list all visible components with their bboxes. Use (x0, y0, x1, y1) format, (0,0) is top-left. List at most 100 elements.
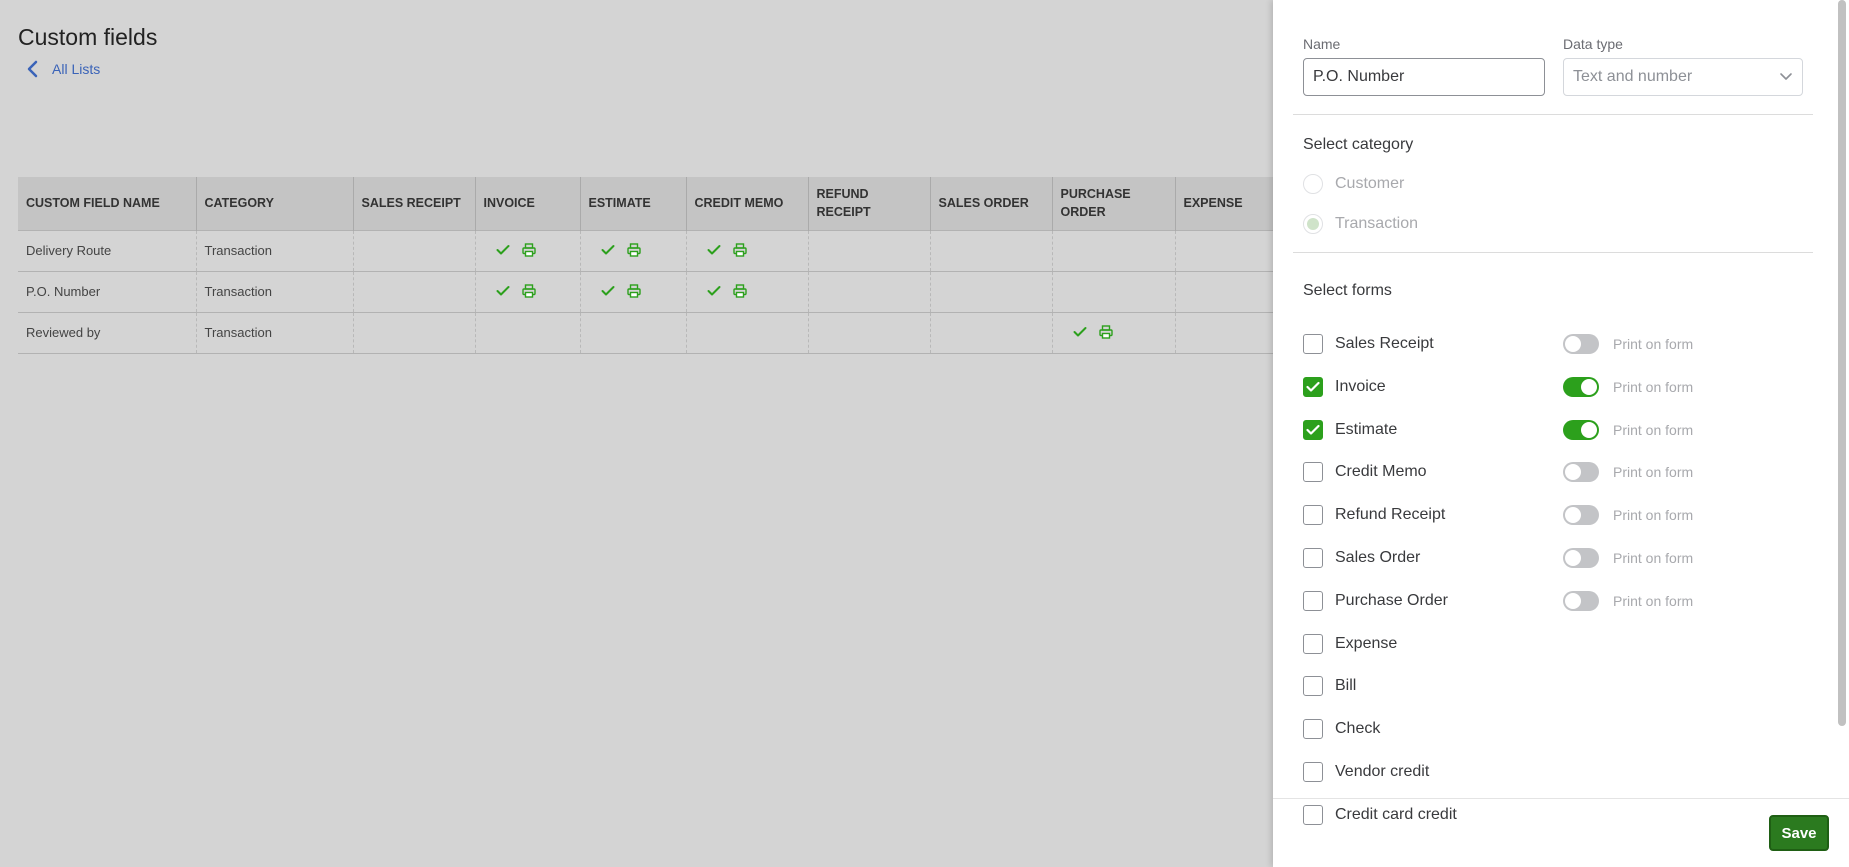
save-button[interactable]: Save (1769, 815, 1829, 851)
cell-form-sales-order (929, 311, 1052, 354)
print-on-form-toggle[interactable] (1563, 334, 1599, 354)
print-on-form-toggle[interactable] (1563, 505, 1599, 526)
print-on-form-toggle[interactable] (1563, 590, 1599, 611)
radio-selected-dot (1307, 218, 1319, 230)
form-checkbox[interactable] (1303, 676, 1323, 697)
form-checkbox[interactable] (1303, 548, 1323, 568)
col-header-name[interactable]: CUSTOM FIELD NAME (18, 177, 196, 230)
cell-form-invoice (474, 270, 580, 312)
form-label: Refund Receipt (1335, 506, 1446, 524)
cell-form-expense (1174, 229, 1273, 271)
table-row[interactable]: Reviewed by Transaction (18, 311, 1273, 354)
cell-form-refund-receipt (807, 229, 930, 271)
checkmark-icon (1306, 381, 1320, 392)
category-customer-radio[interactable]: Customer (1303, 174, 1404, 194)
form-label: Invoice (1335, 377, 1386, 395)
print-on-form-toggle[interactable] (1563, 376, 1599, 397)
form-checkbox[interactable] (1303, 590, 1323, 611)
cell-form-estimate (579, 229, 686, 271)
print-icon (521, 283, 536, 298)
print-on-form-label: Print on form (1613, 336, 1694, 352)
col-header-sales-order[interactable]: SALES ORDER (929, 177, 1052, 230)
toggle-knob (1565, 507, 1581, 524)
form-row-sales-order: Sales Order Print on form (1303, 546, 1823, 570)
cell-form-purchase-order (1051, 270, 1175, 312)
col-header-refund-receipt[interactable]: REFUND RECEIPT (807, 177, 930, 230)
print-on-form-toggle-group: Print on form (1563, 548, 1693, 568)
print-on-form-toggle[interactable] (1563, 419, 1599, 440)
form-enabled-indicator (601, 283, 641, 298)
form-row-sales-receipt: Sales Receipt Print on form (1303, 332, 1823, 356)
form-label: Sales Order (1335, 549, 1421, 566)
select-forms-title: Select forms (1303, 282, 1392, 299)
radio-button[interactable] (1303, 214, 1323, 234)
toggle-knob (1565, 550, 1581, 566)
print-icon (1098, 324, 1113, 339)
cell-form-estimate (579, 311, 686, 354)
print-on-form-label: Print on form (1613, 421, 1694, 438)
form-checkbox[interactable] (1303, 633, 1323, 654)
print-icon (732, 283, 747, 298)
name-input[interactable] (1303, 58, 1545, 96)
col-header-credit-memo[interactable]: CREDIT MEMO (685, 177, 808, 230)
cell-form-purchase-order (1051, 229, 1175, 271)
table-row[interactable]: P.O. Number Transaction (18, 270, 1273, 312)
footer-divider (1273, 798, 1849, 799)
all-lists-link[interactable]: All Lists (26, 60, 100, 78)
form-label: Purchase Order (1335, 591, 1448, 609)
cell-form-invoice (474, 229, 580, 271)
print-on-form-label: Print on form (1613, 550, 1694, 566)
cell-form-sales-receipt (352, 229, 475, 271)
col-header-category[interactable]: CATEGORY (195, 177, 353, 230)
print-on-form-toggle[interactable] (1563, 548, 1599, 568)
cell-field-name: Delivery Route (18, 229, 196, 271)
col-header-invoice[interactable]: INVOICE (474, 177, 580, 230)
col-header-estimate[interactable]: ESTIMATE (579, 177, 686, 230)
form-enabled-indicator (601, 242, 641, 257)
form-checkbox[interactable] (1303, 334, 1323, 354)
form-label: Estimate (1335, 420, 1398, 438)
cell-form-refund-receipt (807, 311, 930, 354)
toggle-knob (1581, 421, 1597, 438)
form-checkbox[interactable] (1303, 376, 1323, 397)
category-transaction-radio[interactable]: Transaction (1303, 214, 1418, 234)
col-header-expense[interactable]: EXPENSE (1174, 177, 1273, 230)
form-checkbox[interactable] (1303, 762, 1323, 782)
cell-category: Transaction (195, 229, 353, 271)
toggle-knob (1565, 336, 1581, 352)
form-checkbox[interactable] (1303, 505, 1323, 526)
cell-form-credit-memo (685, 270, 808, 312)
cell-form-refund-receipt (807, 270, 930, 312)
page-title: Custom fields (18, 24, 158, 50)
form-checkbox[interactable] (1303, 462, 1323, 483)
col-header-purchase-order[interactable]: PURCHASE ORDER (1051, 177, 1175, 230)
form-row-check: Check (1303, 717, 1823, 741)
form-checkbox[interactable] (1303, 419, 1323, 440)
form-row-purchase-order: Purchase Order Print on form (1303, 589, 1823, 613)
form-label: Sales Receipt (1335, 335, 1434, 352)
radio-button[interactable] (1303, 174, 1323, 194)
print-on-form-toggle-group: Print on form (1563, 462, 1693, 483)
print-on-form-toggle[interactable] (1563, 462, 1599, 483)
toggle-knob (1565, 464, 1581, 481)
print-on-form-label: Print on form (1613, 507, 1694, 524)
form-enabled-indicator (707, 283, 747, 298)
cell-form-invoice (474, 311, 580, 354)
form-label: Bill (1335, 677, 1357, 695)
form-label: Vendor credit (1335, 763, 1430, 780)
cell-form-purchase-order (1051, 311, 1175, 354)
table-row[interactable]: Delivery Route Transaction (18, 229, 1273, 271)
col-header-sales-receipt[interactable]: SALES RECEIPT (352, 177, 475, 230)
form-label: Credit Memo (1335, 463, 1427, 481)
print-icon (521, 242, 536, 257)
panel-scrollbar[interactable] (1838, 0, 1846, 726)
form-checkbox[interactable] (1303, 719, 1323, 740)
print-on-form-toggle-group: Print on form (1563, 590, 1694, 611)
form-checkbox[interactable] (1303, 804, 1323, 825)
select-category-title: Select category (1303, 136, 1414, 153)
print-icon (732, 242, 747, 257)
data-type-select[interactable]: Text and number (1563, 58, 1803, 96)
table-header-row: CUSTOM FIELD NAME CATEGORY SALES RECEIPT… (18, 177, 1273, 230)
print-on-form-label: Print on form (1613, 592, 1694, 609)
cell-form-expense (1174, 270, 1273, 312)
